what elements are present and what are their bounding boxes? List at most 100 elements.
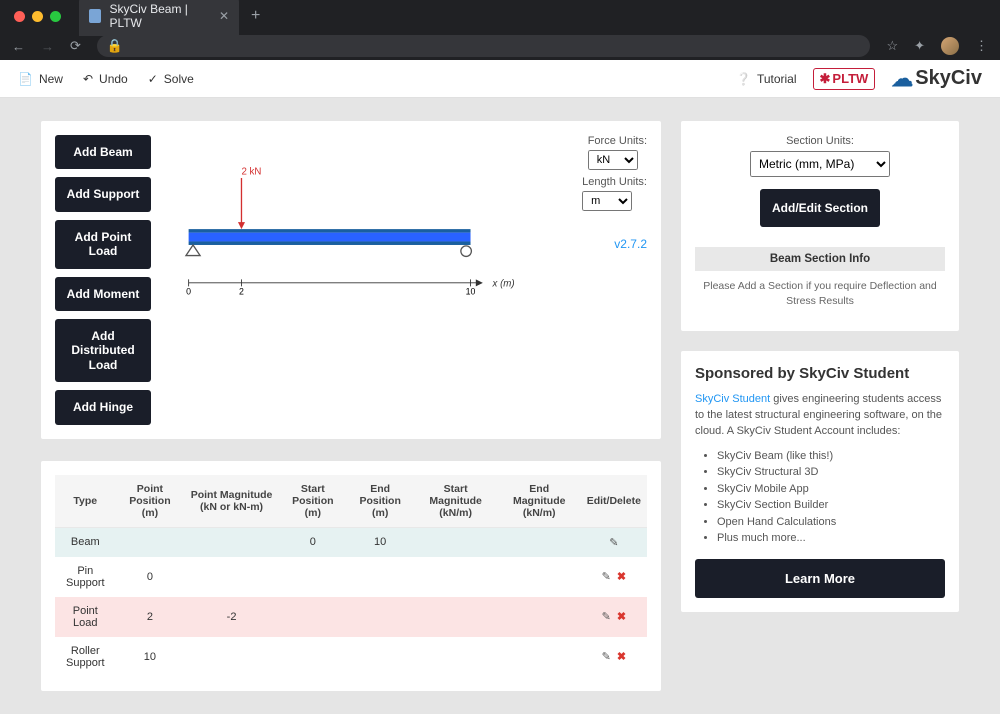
add-beam-button[interactable]: Add Beam xyxy=(55,135,151,169)
tab-title: SkyCiv Beam | PLTW xyxy=(109,2,211,30)
edit-icon[interactable]: ✎ xyxy=(602,611,611,623)
edit-icon[interactable]: ✎ xyxy=(609,537,618,549)
add-distributed-load-button[interactable]: Add Distributed Load xyxy=(55,319,151,382)
table-cell xyxy=(498,597,581,637)
browser-tab[interactable]: SkyCiv Beam | PLTW ✕ xyxy=(79,0,239,36)
tick-10: 10 xyxy=(466,286,476,296)
table-header: Point Magnitude (kN or kN-m) xyxy=(184,475,279,528)
undo-button[interactable]: ↶ Undo xyxy=(83,72,128,86)
tick-2: 2 xyxy=(239,286,244,296)
sponsor-list-item: Plus much more... xyxy=(717,530,945,547)
length-units-select[interactable]: m xyxy=(582,191,632,211)
lock-icon: 🔒 xyxy=(107,38,123,54)
table-cell xyxy=(116,527,185,557)
edit-icon[interactable]: ✎ xyxy=(602,651,611,663)
add-point-load-button[interactable]: Add Point Load xyxy=(55,220,151,269)
table-header: Start Position (m) xyxy=(279,475,347,528)
undo-label: Undo xyxy=(99,72,128,86)
sponsor-link[interactable]: SkyCiv Student xyxy=(695,393,770,405)
add-support-button[interactable]: Add Support xyxy=(55,177,151,211)
solve-button[interactable]: ✓ Solve xyxy=(148,72,194,86)
profile-avatar[interactable] xyxy=(941,37,959,55)
sponsor-title: Sponsored by SkyCiv Student xyxy=(695,365,945,382)
table-cell: Beam xyxy=(55,527,116,557)
table-cell: Point Load xyxy=(55,597,116,637)
table-header: Edit/Delete xyxy=(581,475,647,528)
table-header: End Position (m) xyxy=(347,475,414,528)
new-button[interactable]: 📄 New xyxy=(18,72,63,86)
section-info-body: Please Add a Section if you require Defl… xyxy=(695,271,945,316)
sponsor-list-item: SkyCiv Structural 3D xyxy=(717,464,945,481)
table-row: Point Load2-2✎✖ xyxy=(55,597,647,637)
delete-icon[interactable]: ✖ xyxy=(617,651,626,663)
table-cell xyxy=(414,597,498,637)
length-units-label: Length Units: xyxy=(582,176,647,188)
table-cell xyxy=(414,637,498,677)
table-cell: Pin Support xyxy=(55,557,116,597)
window-max-icon[interactable] xyxy=(50,11,61,22)
table-actions-cell: ✎✖ xyxy=(581,557,647,597)
load-label: 2 kN xyxy=(241,167,261,178)
table-cell xyxy=(347,597,414,637)
star-icon[interactable]: ☆ xyxy=(886,38,898,54)
table-header: Point Position (m) xyxy=(116,475,185,528)
menu-icon[interactable]: ⋮ xyxy=(975,38,988,54)
new-tab-icon[interactable]: + xyxy=(251,7,260,25)
elements-table: TypePoint Position (m)Point Magnitude (k… xyxy=(55,475,647,677)
skyciv-logo: SkyCiv xyxy=(891,66,982,92)
force-units-label: Force Units: xyxy=(588,135,647,147)
table-header: Start Magnitude (kN/m) xyxy=(414,475,498,528)
table-cell: -2 xyxy=(184,597,279,637)
add-hinge-button[interactable]: Add Hinge xyxy=(55,390,151,424)
table-cell xyxy=(279,637,347,677)
table-actions-cell: ✎ xyxy=(581,527,647,557)
add-edit-section-button[interactable]: Add/Edit Section xyxy=(760,189,880,227)
tutorial-button[interactable]: ❔ Tutorial xyxy=(736,72,797,86)
beam-diagram: 2 kN 0 xyxy=(171,145,541,315)
table-cell xyxy=(279,597,347,637)
learn-more-button[interactable]: Learn More xyxy=(695,559,945,598)
help-icon: ❔ xyxy=(736,72,751,86)
undo-icon: ↶ xyxy=(83,72,93,86)
add-moment-button[interactable]: Add Moment xyxy=(55,277,151,311)
table-cell: Roller Support xyxy=(55,637,116,677)
nav-back-icon[interactable]: ← xyxy=(12,39,25,54)
version-text: v2.7.2 xyxy=(614,237,647,251)
table-row: Beam 010 ✎ xyxy=(55,527,647,557)
table-cell xyxy=(184,637,279,677)
extensions-icon[interactable]: ✦ xyxy=(914,38,925,54)
url-bar[interactable]: 🔒 xyxy=(97,35,871,57)
table-cell: 0 xyxy=(279,527,347,557)
edit-icon[interactable]: ✎ xyxy=(602,571,611,583)
window-min-icon[interactable] xyxy=(32,11,43,22)
delete-icon[interactable]: ✖ xyxy=(617,571,626,583)
sponsor-list-item: SkyCiv Mobile App xyxy=(717,481,945,498)
sponsor-list-item: Open Hand Calculations xyxy=(717,514,945,531)
table-cell xyxy=(279,557,347,597)
force-units-select[interactable]: kN xyxy=(588,150,638,170)
file-icon: 📄 xyxy=(18,72,33,86)
table-cell xyxy=(347,557,414,597)
window-close-icon[interactable] xyxy=(14,11,25,22)
table-row: Pin Support0✎✖ xyxy=(55,557,647,597)
table-cell xyxy=(498,527,581,557)
check-icon: ✓ xyxy=(148,72,158,86)
table-header: Type xyxy=(55,475,116,528)
section-info-title: Beam Section Info xyxy=(695,247,945,271)
table-cell xyxy=(498,637,581,677)
table-cell: 0 xyxy=(116,557,185,597)
axis-label: x (m) xyxy=(492,278,515,289)
new-label: New xyxy=(39,72,63,86)
table-cell xyxy=(184,557,279,597)
table-cell: 10 xyxy=(347,527,414,557)
table-row: Roller Support10✎✖ xyxy=(55,637,647,677)
section-units-select[interactable]: Metric (mm, MPa) xyxy=(750,151,890,177)
table-header: End Magnitude (kN/m) xyxy=(498,475,581,528)
tab-close-icon[interactable]: ✕ xyxy=(219,9,229,23)
table-actions-cell: ✎✖ xyxy=(581,597,647,637)
nav-forward-icon: → xyxy=(41,39,54,54)
table-cell xyxy=(498,557,581,597)
table-cell xyxy=(347,637,414,677)
delete-icon[interactable]: ✖ xyxy=(617,611,626,623)
nav-reload-icon[interactable]: ⟳ xyxy=(70,38,81,54)
